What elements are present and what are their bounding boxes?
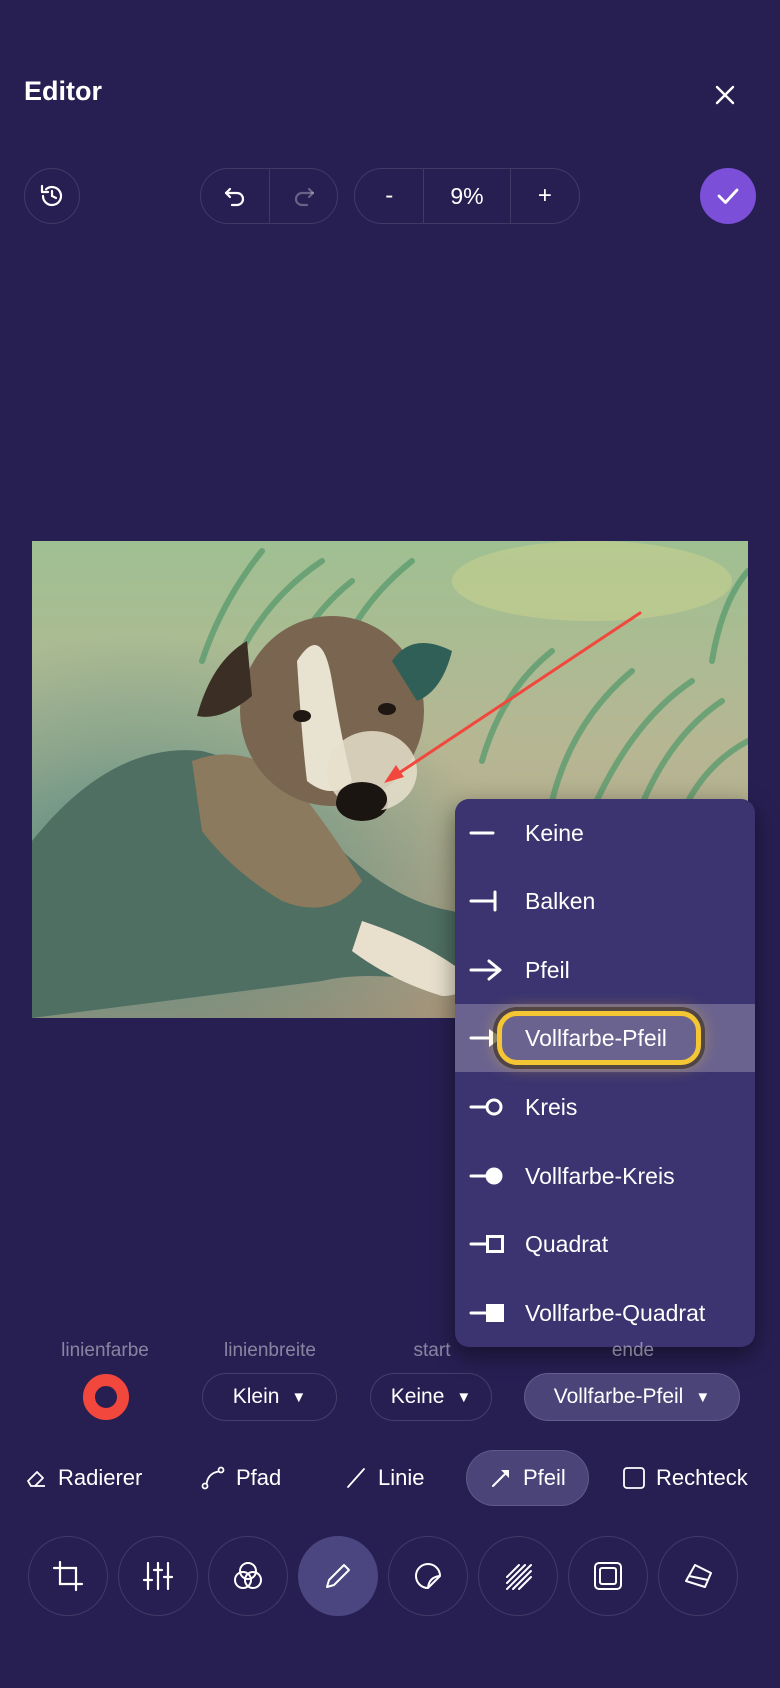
stroke-color-swatch[interactable] bbox=[82, 1373, 130, 1421]
tool-eraser-label: Radierer bbox=[58, 1465, 143, 1490]
nav-adjust[interactable] bbox=[118, 1536, 198, 1616]
zoom-group: - 9% + bbox=[354, 168, 580, 224]
line-end-select[interactable]: Vollfarbe-Pfeil ▼ bbox=[524, 1373, 740, 1421]
undo-redo-group bbox=[200, 168, 338, 224]
zoom-in-button[interactable]: + bbox=[509, 169, 579, 223]
color-ring-icon bbox=[83, 1374, 129, 1420]
stroke-width-select[interactable]: Klein ▼ bbox=[202, 1373, 337, 1421]
done-button[interactable] bbox=[700, 168, 756, 224]
nav-sticker[interactable] bbox=[388, 1536, 468, 1616]
filters-icon bbox=[234, 1562, 262, 1589]
menu-item-vollfarbe-kreis[interactable]: Vollfarbe-Kreis bbox=[455, 1142, 755, 1210]
menu-item-label: Vollfarbe-Kreis bbox=[525, 1162, 675, 1189]
tool-rectangle[interactable]: Rechteck bbox=[622, 1450, 748, 1506]
tool-eraser[interactable]: Radierer bbox=[24, 1450, 142, 1506]
undo-icon bbox=[224, 187, 245, 207]
menu-item-balken[interactable]: Balken bbox=[455, 867, 755, 935]
menu-item-vollfarbe-quadrat[interactable]: Vollfarbe-Quadrat bbox=[455, 1279, 755, 1347]
nav-annotate[interactable] bbox=[298, 1536, 378, 1616]
tool-path-label: Pfad bbox=[236, 1465, 282, 1490]
close-button[interactable] bbox=[708, 78, 742, 112]
caret-down-icon: ▼ bbox=[456, 1388, 472, 1406]
crop-icon bbox=[52, 1560, 84, 1592]
nav-frame[interactable] bbox=[568, 1536, 648, 1616]
line-filled-square-end-icon bbox=[469, 1304, 504, 1322]
menu-item-keine[interactable]: Keine bbox=[455, 799, 755, 867]
nav-fill[interactable] bbox=[478, 1536, 558, 1616]
history-button[interactable] bbox=[24, 168, 80, 224]
line-end-label: ende bbox=[611, 1340, 655, 1361]
focus-highlight bbox=[497, 1011, 701, 1065]
eraser-icon bbox=[27, 1471, 45, 1487]
line-bar-end-icon bbox=[469, 890, 497, 912]
tool-path[interactable]: Pfad bbox=[200, 1450, 281, 1506]
menu-item-label: Kreis bbox=[525, 1093, 578, 1120]
tool-arrow-label: Pfeil bbox=[523, 1465, 566, 1490]
caret-down-icon: ▼ bbox=[695, 1388, 711, 1406]
line-end-menu: Keine Balken Pfeil Vollfarbe-Pfeil Kreis… bbox=[455, 799, 755, 1347]
tool-line-label: Linie bbox=[378, 1465, 425, 1490]
menu-item-quadrat[interactable]: Quadrat bbox=[455, 1210, 755, 1278]
line-start-value: Keine bbox=[390, 1385, 445, 1408]
zoom-out-button[interactable]: - bbox=[355, 169, 423, 223]
zoom-level[interactable]: 9% bbox=[423, 169, 509, 223]
line-filled-circle-end-icon bbox=[469, 1167, 503, 1185]
caret-down-icon: ▼ bbox=[291, 1388, 307, 1406]
pencil-icon bbox=[326, 1564, 350, 1588]
stroke-width-value: Klein bbox=[232, 1385, 280, 1408]
line-end-value: Vollfarbe-Pfeil bbox=[553, 1385, 684, 1408]
menu-item-kreis[interactable]: Kreis bbox=[455, 1073, 755, 1141]
line-start-select[interactable]: Keine ▼ bbox=[370, 1373, 492, 1421]
redact-icon bbox=[685, 1564, 712, 1588]
history-icon bbox=[40, 184, 63, 207]
sticker-icon bbox=[415, 1563, 441, 1589]
stroke-color-label: linienfarbe bbox=[61, 1340, 149, 1361]
menu-item-label: Vollfarbe-Quadrat bbox=[525, 1299, 706, 1326]
tool-rectangle-label: Rechteck bbox=[656, 1465, 748, 1490]
menu-item-label: Pfeil bbox=[525, 956, 570, 983]
menu-item-label: Quadrat bbox=[525, 1230, 609, 1257]
close-icon bbox=[715, 85, 735, 105]
menu-item-label: Keine bbox=[525, 819, 584, 846]
menu-item-vollfarbe-pfeil[interactable]: Vollfarbe-Pfeil bbox=[455, 1004, 755, 1072]
menu-item-label: Balken bbox=[525, 887, 596, 914]
nav-crop[interactable] bbox=[28, 1536, 108, 1616]
line-square-end-icon bbox=[469, 1235, 504, 1253]
line-arrow-end-icon bbox=[469, 959, 502, 981]
nav-filters[interactable] bbox=[208, 1536, 288, 1616]
stroke-width-label: linienbreite bbox=[224, 1340, 316, 1361]
rectangle-icon bbox=[623, 1467, 645, 1489]
page-title: Editor bbox=[24, 76, 102, 106]
hatch-icon bbox=[506, 1564, 532, 1590]
redo-button[interactable] bbox=[269, 169, 337, 223]
menu-item-pfeil[interactable]: Pfeil bbox=[455, 936, 755, 1004]
undo-button[interactable] bbox=[201, 169, 269, 223]
line-none-icon bbox=[469, 831, 495, 835]
tool-arrow[interactable]: Pfeil bbox=[466, 1450, 589, 1506]
line-icon bbox=[347, 1468, 365, 1488]
redo-icon bbox=[294, 187, 314, 207]
nav-redact[interactable] bbox=[658, 1536, 738, 1616]
line-circle-end-icon bbox=[469, 1098, 503, 1116]
arrow-icon bbox=[492, 1470, 509, 1487]
frame-icon bbox=[594, 1562, 622, 1590]
line-start-label: start bbox=[413, 1340, 451, 1361]
check-icon bbox=[717, 188, 739, 204]
tool-line[interactable]: Linie bbox=[344, 1450, 424, 1506]
sliders-icon bbox=[142, 1561, 174, 1591]
path-icon bbox=[201, 1466, 225, 1490]
